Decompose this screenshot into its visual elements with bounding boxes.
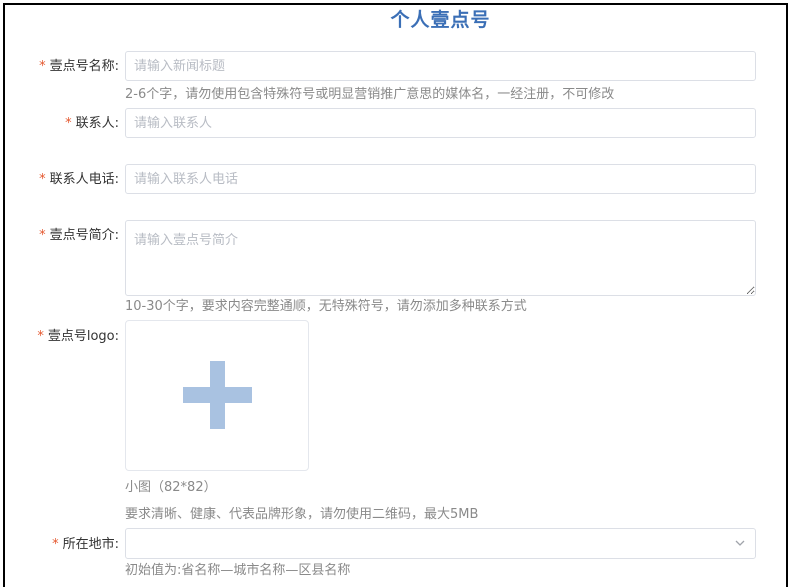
phone-input[interactable] (125, 164, 756, 194)
plus-icon-horizontal (183, 387, 252, 403)
contact-label: * 联系人: (65, 116, 119, 132)
logo-size-note: 小图（82*82） (125, 480, 217, 495)
page-title: 个人壹点号 (390, 9, 491, 31)
required-mark: * (39, 228, 46, 243)
contact-input[interactable] (125, 108, 756, 138)
required-mark: * (39, 59, 46, 74)
intro-hint: 10-30个字，要求内容完整通顺，无特殊符号，请勿添加多种联系方式 (125, 299, 527, 314)
logo-hint: 要求清晰、健康、代表品牌形象，请勿使用二维码，最大5MB (125, 507, 479, 522)
contact-label-text: 联系人: (75, 116, 119, 131)
required-mark: * (65, 116, 72, 131)
phone-label-text: 联系人电话: (49, 172, 119, 187)
required-mark: * (52, 537, 59, 552)
intro-label: * 壹点号简介: (39, 228, 119, 244)
chevron-down-icon (735, 540, 745, 546)
city-label: * 所在地市: (52, 537, 119, 553)
name-label-text: 壹点号名称: (49, 59, 119, 74)
phone-label: * 联系人电话: (39, 172, 119, 188)
name-input[interactable] (125, 51, 756, 81)
required-mark: * (37, 329, 44, 344)
intro-textarea[interactable] (125, 220, 756, 296)
city-label-text: 所在地市: (62, 537, 119, 552)
city-hint: 初始值为:省名称—城市名称—区县名称 (125, 563, 351, 578)
intro-label-text: 壹点号简介: (49, 228, 119, 243)
logo-upload-button[interactable] (125, 320, 309, 471)
required-mark: * (39, 172, 46, 187)
logo-label: * 壹点号logo: (37, 329, 119, 345)
name-label: * 壹点号名称: (39, 59, 119, 75)
city-select[interactable] (125, 528, 756, 559)
logo-label-text: 壹点号logo: (47, 329, 119, 344)
name-hint: 2-6个字，请勿使用包含特殊符号或明显营销推广意思的媒体名，一经注册，不可修改 (125, 87, 615, 102)
